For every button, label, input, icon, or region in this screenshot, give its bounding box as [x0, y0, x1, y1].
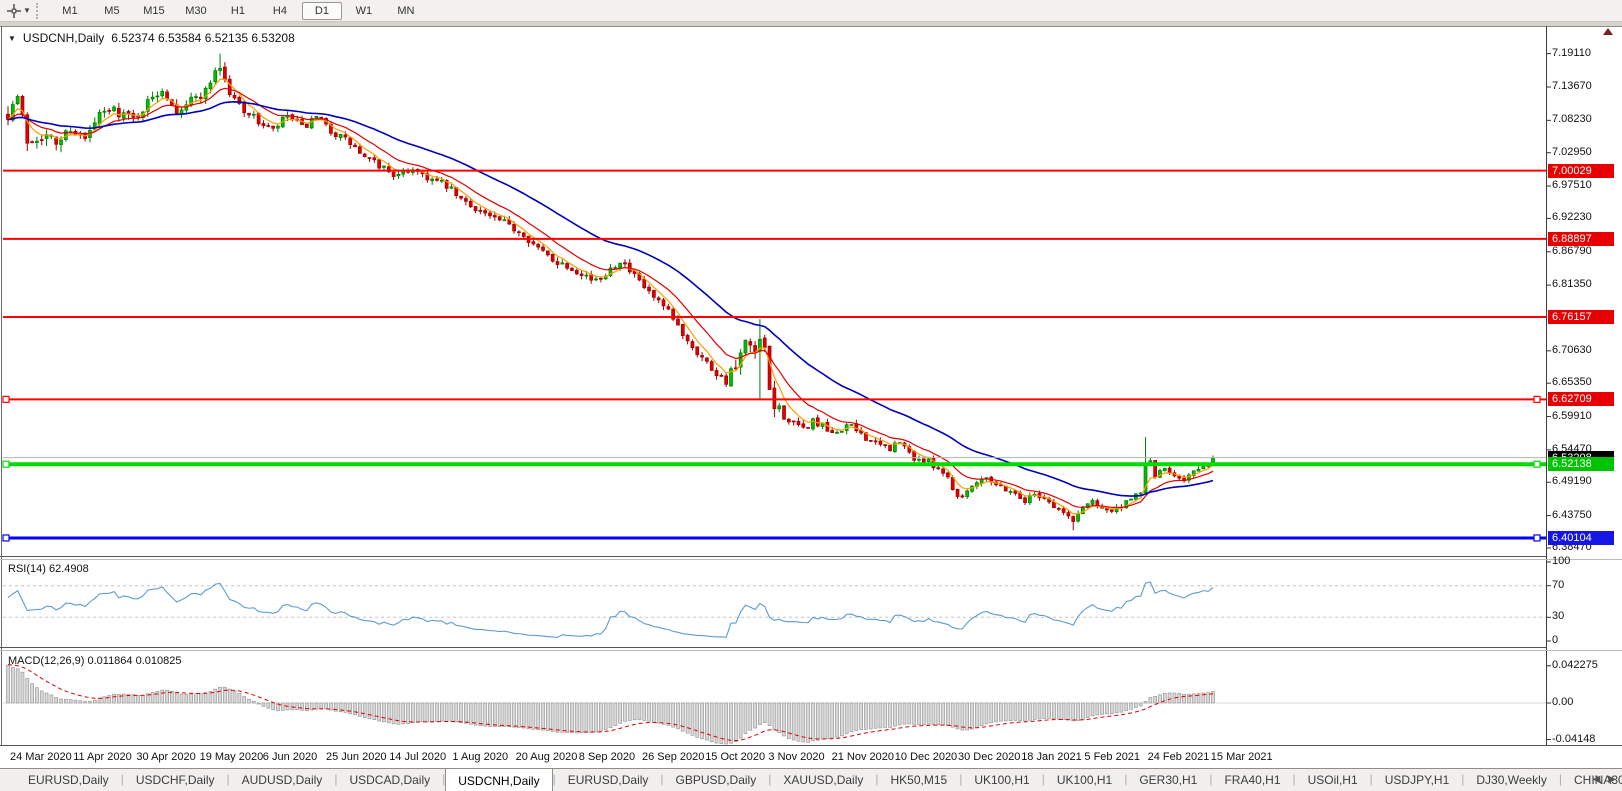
crosshair-tool-icon[interactable] — [5, 3, 23, 19]
timeframe-button-d1[interactable]: D1 — [302, 2, 342, 20]
price-line-label: 6.88897 — [1548, 232, 1614, 246]
price-tick-label: 7.02950 — [1552, 146, 1592, 158]
price-tick-label: 6.97510 — [1552, 179, 1592, 191]
chart-title: ▼ USDCNH,Daily 6.52374 6.53584 6.52135 6… — [8, 31, 295, 45]
scroll-tabs-right-icon[interactable]: ▶ — [1608, 774, 1616, 785]
price-tick-label: 6.43750 — [1552, 509, 1592, 521]
tab-dj30-weekly[interactable]: DJ30,Weekly — [1464, 769, 1558, 791]
date-tick-label: 20 Aug 2020 — [516, 751, 578, 763]
chart-canvas[interactable] — [0, 0, 1622, 791]
timeframe-button-mn[interactable]: MN — [386, 2, 426, 20]
price-tick-label: 6.59910 — [1552, 410, 1592, 422]
chart-shift-marker — [1603, 28, 1613, 35]
timeframe-button-m30[interactable]: M30 — [176, 2, 216, 20]
rsi-tick-label: 0 — [1552, 634, 1558, 646]
timeframe-button-m5[interactable]: M5 — [92, 2, 132, 20]
rsi-tick-label: 70 — [1552, 579, 1564, 591]
date-tick-label: 26 Sep 2020 — [642, 751, 704, 763]
date-tick-label: 11 Apr 2020 — [73, 751, 132, 763]
date-tick-label: 25 Jun 2020 — [326, 751, 387, 763]
scroll-tabs-left-icon[interactable]: ◀ — [1593, 774, 1601, 785]
price-tick-label: 6.86790 — [1552, 245, 1592, 257]
rsi-tick-label: 100 — [1552, 555, 1570, 567]
tab-gbpusd-daily[interactable]: GBPUSD,Daily — [664, 769, 769, 791]
price-tick-label: 6.70630 — [1552, 344, 1592, 356]
price-tick-label: 6.49190 — [1552, 475, 1592, 487]
window-top-strip — [0, 22, 1622, 26]
tab-audusd-daily[interactable]: AUDUSD,Daily — [230, 769, 335, 791]
price-tick-label: 7.13670 — [1552, 80, 1592, 92]
date-tick-label: 1 Aug 2020 — [452, 751, 508, 763]
chart-labels-layer: ▼ USDCNH,Daily 6.52374 6.53584 6.52135 6… — [0, 0, 1622, 791]
date-tick-label: 19 May 2020 — [200, 751, 264, 763]
date-tick-label: 3 Nov 2020 — [768, 751, 824, 763]
date-tick-label: 15 Mar 2021 — [1211, 751, 1273, 763]
macd-tick-label: 0.00 — [1552, 696, 1573, 708]
tab-usoil-h1[interactable]: USOil,H1 — [1296, 769, 1370, 791]
tab-usdjpy-h1[interactable]: USDJPY,H1 — [1373, 769, 1461, 791]
price-line-label: 6.62709 — [1548, 392, 1614, 406]
chevron-down-icon[interactable]: ▼ — [23, 6, 31, 15]
price-line-label: 7.00029 — [1548, 164, 1614, 178]
price-line-label: 6.53208 — [1548, 451, 1614, 465]
rsi-indicator-label: RSI(14) 62.4908 — [8, 563, 89, 575]
tab-uk100-h1[interactable]: UK100,H1 — [1045, 769, 1124, 791]
date-tick-label: 14 Jul 2020 — [389, 751, 446, 763]
chart-ohlc-values: 6.52374 6.53584 6.52135 6.53208 — [111, 31, 295, 45]
date-tick-label: 10 Dec 2020 — [895, 751, 957, 763]
chart-tabs: EURUSD,Daily|USDCHF,Daily|AUDUSD,Daily|U… — [16, 769, 1622, 791]
timeframe-buttons: M1M5M15M30H1H4D1W1MN — [49, 2, 427, 20]
tab-usdcnh-daily[interactable]: USDCNH,Daily — [445, 768, 552, 791]
price-tick-label: 6.65350 — [1552, 376, 1592, 388]
date-tick-label: 24 Feb 2021 — [1148, 751, 1210, 763]
date-tick-label: 18 Jan 2021 — [1021, 751, 1082, 763]
tab-uk100-h1[interactable]: UK100,H1 — [962, 769, 1041, 791]
timeframe-button-m15[interactable]: M15 — [134, 2, 174, 20]
timeframe-button-m1[interactable]: M1 — [50, 2, 90, 20]
tab-usdchf-daily[interactable]: USDCHF,Daily — [124, 769, 227, 791]
date-tick-label: 30 Apr 2020 — [136, 751, 195, 763]
timeframe-button-h4[interactable]: H4 — [260, 2, 300, 20]
date-tick-label: 15 Oct 2020 — [705, 751, 765, 763]
date-tick-label: 21 Nov 2020 — [832, 751, 894, 763]
tab-xauusd-daily[interactable]: XAUUSD,Daily — [771, 769, 875, 791]
price-tick-label: 6.38470 — [1552, 541, 1592, 553]
toolbar: ▼ M1M5M15M30H1H4D1W1MN — [0, 0, 1622, 22]
price-line-label: 6.40104 — [1548, 531, 1614, 545]
price-line-label: 6.52138 — [1548, 457, 1614, 471]
tab-eurusd-daily[interactable]: EURUSD,Daily — [16, 769, 121, 791]
price-line-label: 6.76157 — [1548, 310, 1614, 324]
tab-ger30-h1[interactable]: GER30,H1 — [1127, 769, 1209, 791]
price-tick-label: 6.92230 — [1552, 211, 1592, 223]
price-tick-label: 6.54470 — [1552, 443, 1592, 455]
tab-eurusd-daily[interactable]: EURUSD,Daily — [556, 769, 661, 791]
tab-usdcad-daily[interactable]: USDCAD,Daily — [337, 769, 442, 791]
price-tick-label: 7.08230 — [1552, 113, 1592, 125]
chart-tab-bar: EURUSD,Daily|USDCHF,Daily|AUDUSD,Daily|U… — [0, 768, 1622, 791]
rsi-tick-label: 30 — [1552, 610, 1564, 622]
date-tick-label: 30 Dec 2020 — [958, 751, 1020, 763]
macd-tick-label: -0.04148 — [1552, 733, 1595, 745]
triangle-down-icon[interactable]: ▼ — [8, 34, 16, 43]
price-tick-label: 6.81350 — [1552, 278, 1592, 290]
macd-indicator-label: MACD(12,26,9) 0.011864 0.010825 — [8, 655, 181, 667]
price-tick-label: 7.19110 — [1552, 47, 1591, 59]
date-tick-label: 8 Sep 2020 — [579, 751, 635, 763]
chart-symbol: USDCNH,Daily — [23, 31, 104, 45]
toolbar-grip[interactable] — [36, 3, 43, 19]
date-tick-label: 24 Mar 2020 — [10, 751, 72, 763]
tab-hk50-m15[interactable]: HK50,M15 — [878, 769, 959, 791]
macd-tick-label: 0.042275 — [1552, 659, 1598, 671]
timeframe-button-h1[interactable]: H1 — [218, 2, 258, 20]
mt4-application: ▼ M1M5M15M30H1H4D1W1MN ▼ USDCNH,Daily 6.… — [0, 0, 1622, 791]
date-tick-label: 5 Feb 2021 — [1084, 751, 1140, 763]
tab-fra40-h1[interactable]: FRA40,H1 — [1212, 769, 1292, 791]
date-tick-label: 6 Jun 2020 — [263, 751, 317, 763]
tab-scroll-arrows: ◀ ▶ — [1593, 774, 1616, 785]
timeframe-button-w1[interactable]: W1 — [344, 2, 384, 20]
